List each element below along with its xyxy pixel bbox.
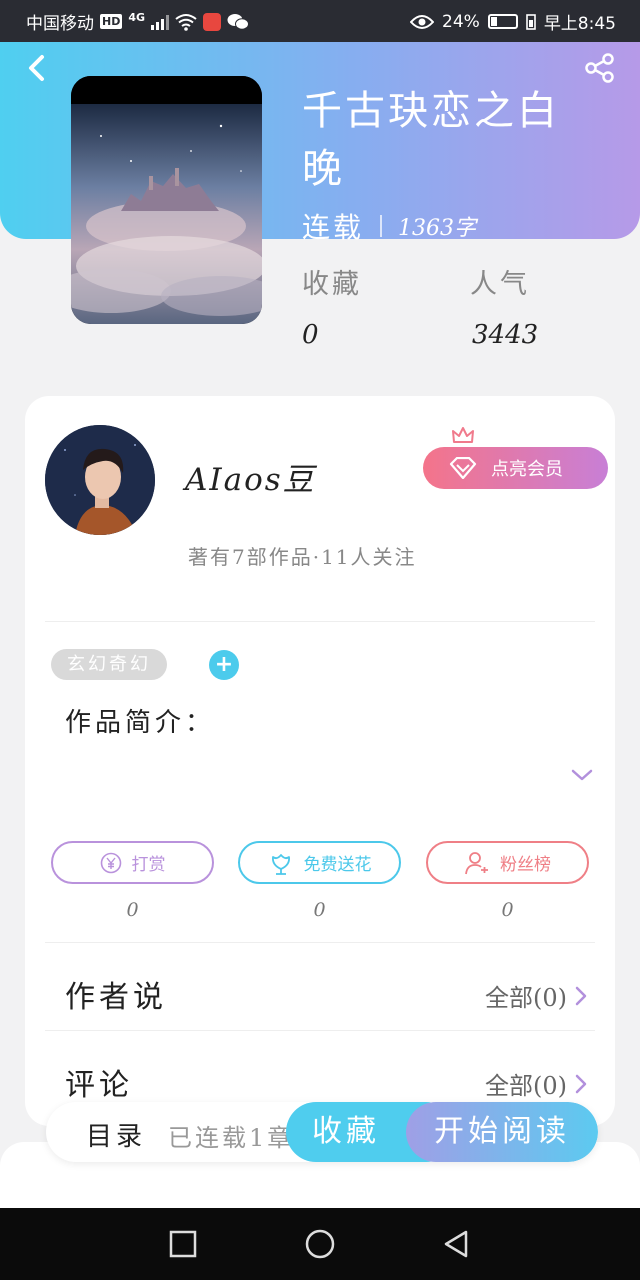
clock: 早上8:45 (543, 14, 616, 34)
flower-count: 0 (313, 899, 326, 921)
author-says-all-link[interactable]: 全部(0) (485, 978, 587, 1013)
book-cover[interactable] (71, 76, 262, 324)
author-name[interactable]: AIaos豆 (185, 454, 316, 499)
comments-all-link[interactable]: 全部(0) (485, 1066, 587, 1101)
yen-icon (100, 852, 121, 873)
tip-button[interactable]: 打赏 (51, 841, 214, 884)
user-icon (465, 851, 488, 874)
popularity-label: 人气 (470, 269, 530, 300)
fan-ranking-button[interactable]: 粉丝榜 (426, 841, 589, 884)
bottom-action-bar: 目录 已连载1章 收藏 开始阅读 (46, 1102, 598, 1162)
author-works-info: 著有7部作品·11人关注 (188, 545, 417, 569)
signal-icon (151, 14, 170, 30)
genre-tag[interactable]: 玄幻奇幻 (51, 649, 167, 680)
divider (45, 621, 595, 622)
send-flower-button[interactable]: 免费送花 (238, 841, 401, 884)
tip-count: 0 (126, 899, 139, 921)
crown-icon (452, 427, 474, 443)
charging-icon (526, 13, 536, 30)
diamond-icon (449, 457, 477, 479)
network-label: 4G (128, 11, 146, 24)
fan-ranking-label: 粉丝榜 (500, 855, 551, 875)
send-flower-label: 免费送花 (303, 855, 372, 875)
popularity-count: 3443 (472, 320, 539, 350)
battery-icon (487, 14, 518, 29)
wechat-icon (227, 13, 250, 30)
vip-button[interactable]: 点亮会员 (423, 447, 608, 489)
flower-icon (271, 853, 290, 875)
eye-icon (410, 14, 435, 29)
favorites-label: 收藏 (302, 269, 362, 300)
battery-percent: 24% (442, 11, 480, 32)
author-says-all-label: 全部(0) (485, 984, 567, 1012)
comments-all-label: 全部(0) (485, 1072, 567, 1100)
table-of-contents-button[interactable]: 目录 (86, 1116, 146, 1153)
recent-apps-icon[interactable] (167, 1228, 199, 1260)
back-nav-icon[interactable] (440, 1228, 472, 1260)
wifi-icon (175, 13, 197, 31)
chapter-count[interactable]: 已连载1章 (168, 1118, 294, 1153)
chevron-right-icon (575, 1074, 587, 1093)
share-icon[interactable] (584, 52, 616, 84)
status-bar: 中国移动 HD 4G 24% 早上8:45 (0, 0, 640, 42)
divider (45, 1030, 595, 1031)
meta-divider (380, 215, 383, 237)
synopsis-label: 作品简介： (65, 708, 216, 738)
book-title: 千古玦恋之白晚 (302, 88, 560, 192)
carrier-label: 中国移动 (26, 14, 94, 34)
vip-button-label: 点亮会员 (491, 459, 563, 480)
back-icon[interactable] (20, 52, 52, 84)
word-count: 1363字 (398, 216, 477, 241)
author-avatar[interactable] (45, 425, 155, 535)
tip-label: 打赏 (131, 855, 166, 875)
book-app-icon (203, 12, 222, 31)
divider (45, 942, 595, 943)
add-tag-button[interactable]: + (209, 650, 239, 680)
start-reading-button[interactable]: 开始阅读 (406, 1102, 598, 1162)
serial-status: 连载 (302, 211, 365, 244)
favorites-count: 0 (302, 320, 319, 350)
comments-title: 评论 (65, 1068, 133, 1103)
author-says-title: 作者说 (65, 980, 167, 1015)
hd-icon: HD (100, 14, 123, 29)
home-icon[interactable] (304, 1228, 336, 1260)
fan-count: 0 (501, 899, 514, 921)
book-meta: 连载 1363字 (302, 206, 476, 246)
chevron-down-icon[interactable] (570, 768, 594, 782)
system-nav-bar (0, 1208, 640, 1280)
book-detail-card: AIaos豆 点亮会员 著有7部作品·11人关注 玄幻奇幻 + 作品简介： 打赏… (25, 396, 615, 1126)
chevron-right-icon (575, 986, 587, 1005)
